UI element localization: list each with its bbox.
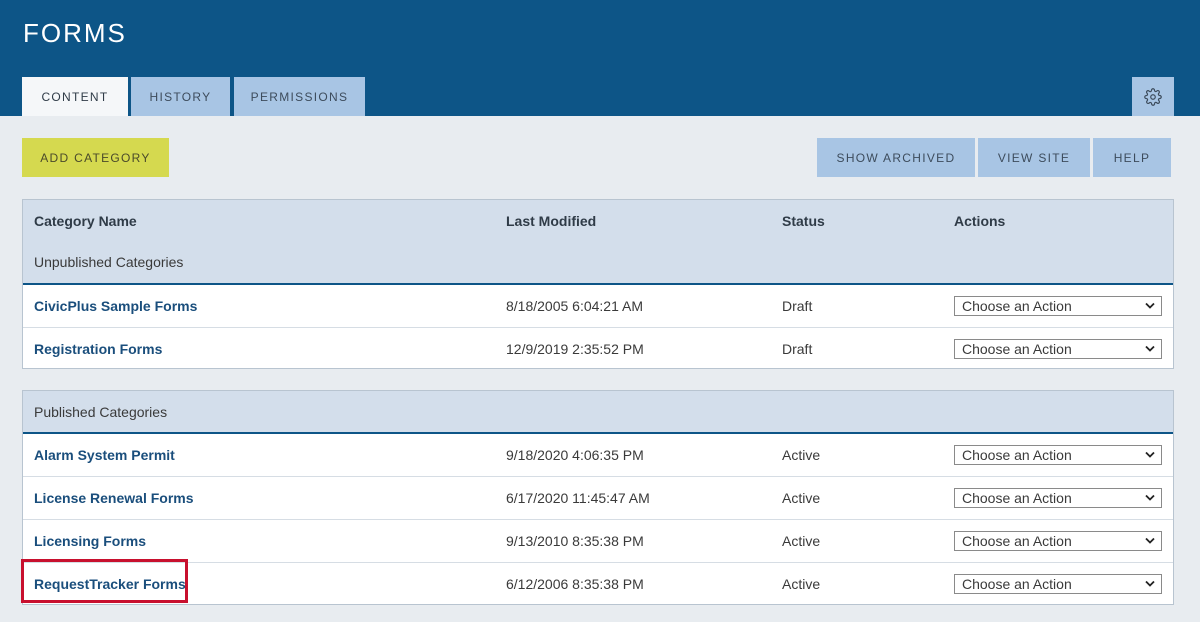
- chevron-down-icon: [1145, 494, 1155, 501]
- status-value: Active: [782, 533, 821, 549]
- last-modified-value: 6/17/2020 11:45:47 AM: [506, 490, 650, 506]
- page-header: FORMS CONTENT HISTORY PERMISSIONS: [0, 0, 1200, 116]
- chevron-down-icon: [1145, 302, 1155, 309]
- status-value: Draft: [782, 298, 813, 314]
- chevron-down-icon: [1145, 451, 1155, 458]
- add-category-button[interactable]: ADD CATEGORY: [22, 138, 169, 177]
- chevron-down-icon: [1145, 580, 1155, 587]
- unpublished-group-label: Unpublished Categories: [34, 254, 184, 270]
- category-link[interactable]: CivicPlus Sample Forms: [34, 298, 197, 314]
- column-header-category-name: Category Name: [34, 213, 137, 229]
- tab-permissions[interactable]: PERMISSIONS: [234, 77, 365, 116]
- tab-history[interactable]: HISTORY: [131, 77, 230, 116]
- category-link[interactable]: RequestTracker Forms: [34, 576, 186, 592]
- table-row: CivicPlus Sample Forms 8/18/2005 6:04:21…: [23, 285, 1173, 328]
- last-modified-value: 6/12/2006 8:35:38 PM: [506, 576, 644, 592]
- action-select-value: Choose an Action: [962, 490, 1072, 506]
- published-categories-table: Published Categories Alarm System Permit…: [22, 390, 1174, 605]
- tab-content[interactable]: CONTENT: [22, 77, 128, 116]
- gear-icon: [1144, 87, 1162, 106]
- chevron-down-icon: [1145, 345, 1155, 352]
- action-select-value: Choose an Action: [962, 533, 1072, 549]
- column-header-last-modified: Last Modified: [506, 213, 597, 229]
- status-value: Active: [782, 576, 821, 592]
- action-select[interactable]: Choose an Action: [954, 445, 1162, 465]
- action-select[interactable]: Choose an Action: [954, 339, 1162, 359]
- action-select-value: Choose an Action: [962, 576, 1072, 592]
- status-value: Draft: [782, 341, 813, 357]
- action-select[interactable]: Choose an Action: [954, 296, 1162, 316]
- table-row: Registration Forms 12/9/2019 2:35:52 PM …: [23, 328, 1173, 371]
- table-header: Published Categories: [23, 391, 1173, 434]
- page-title: FORMS: [23, 18, 127, 48]
- status-value: Active: [782, 490, 821, 506]
- table-row: Alarm System Permit 9/18/2020 4:06:35 PM…: [23, 434, 1173, 477]
- category-link[interactable]: Alarm System Permit: [34, 447, 175, 463]
- last-modified-value: 8/18/2005 6:04:21 AM: [506, 298, 643, 314]
- category-link[interactable]: License Renewal Forms: [34, 490, 194, 506]
- category-link[interactable]: Licensing Forms: [34, 533, 146, 549]
- action-select[interactable]: Choose an Action: [954, 574, 1162, 594]
- settings-button[interactable]: [1132, 77, 1174, 116]
- action-select-value: Choose an Action: [962, 447, 1072, 463]
- chevron-down-icon: [1145, 537, 1155, 544]
- last-modified-value: 12/9/2019 2:35:52 PM: [506, 341, 644, 357]
- action-select[interactable]: Choose an Action: [954, 531, 1162, 551]
- show-archived-button[interactable]: SHOW ARCHIVED: [817, 138, 975, 177]
- category-link[interactable]: Registration Forms: [34, 341, 162, 357]
- view-site-button[interactable]: VIEW SITE: [978, 138, 1090, 177]
- table-row: RequestTracker Forms 6/12/2006 8:35:38 P…: [23, 563, 1173, 606]
- published-group-label: Published Categories: [34, 404, 168, 420]
- table-header: Category Name Last Modified Status Actio…: [23, 200, 1173, 285]
- status-value: Active: [782, 447, 821, 463]
- column-header-status: Status: [782, 213, 825, 229]
- column-header-actions: Actions: [954, 213, 1006, 229]
- table-row: Licensing Forms 9/13/2010 8:35:38 PM Act…: [23, 520, 1173, 563]
- help-button[interactable]: HELP: [1093, 138, 1171, 177]
- last-modified-value: 9/18/2020 4:06:35 PM: [506, 447, 644, 463]
- action-select-value: Choose an Action: [962, 341, 1072, 357]
- table-row: License Renewal Forms 6/17/2020 11:45:47…: [23, 477, 1173, 520]
- action-select-value: Choose an Action: [962, 298, 1072, 314]
- last-modified-value: 9/13/2010 8:35:38 PM: [506, 533, 644, 549]
- action-select[interactable]: Choose an Action: [954, 488, 1162, 508]
- unpublished-categories-table: Category Name Last Modified Status Actio…: [22, 199, 1174, 369]
